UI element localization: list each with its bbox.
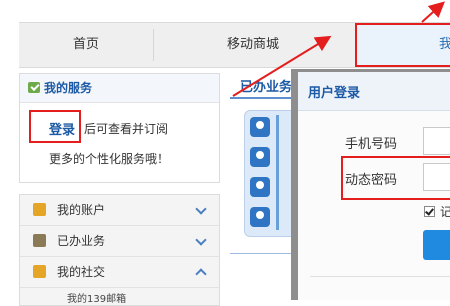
arrow-line	[232, 35, 332, 97]
arrow-icon	[232, 1, 445, 97]
arrow-line	[421, 1, 445, 23]
